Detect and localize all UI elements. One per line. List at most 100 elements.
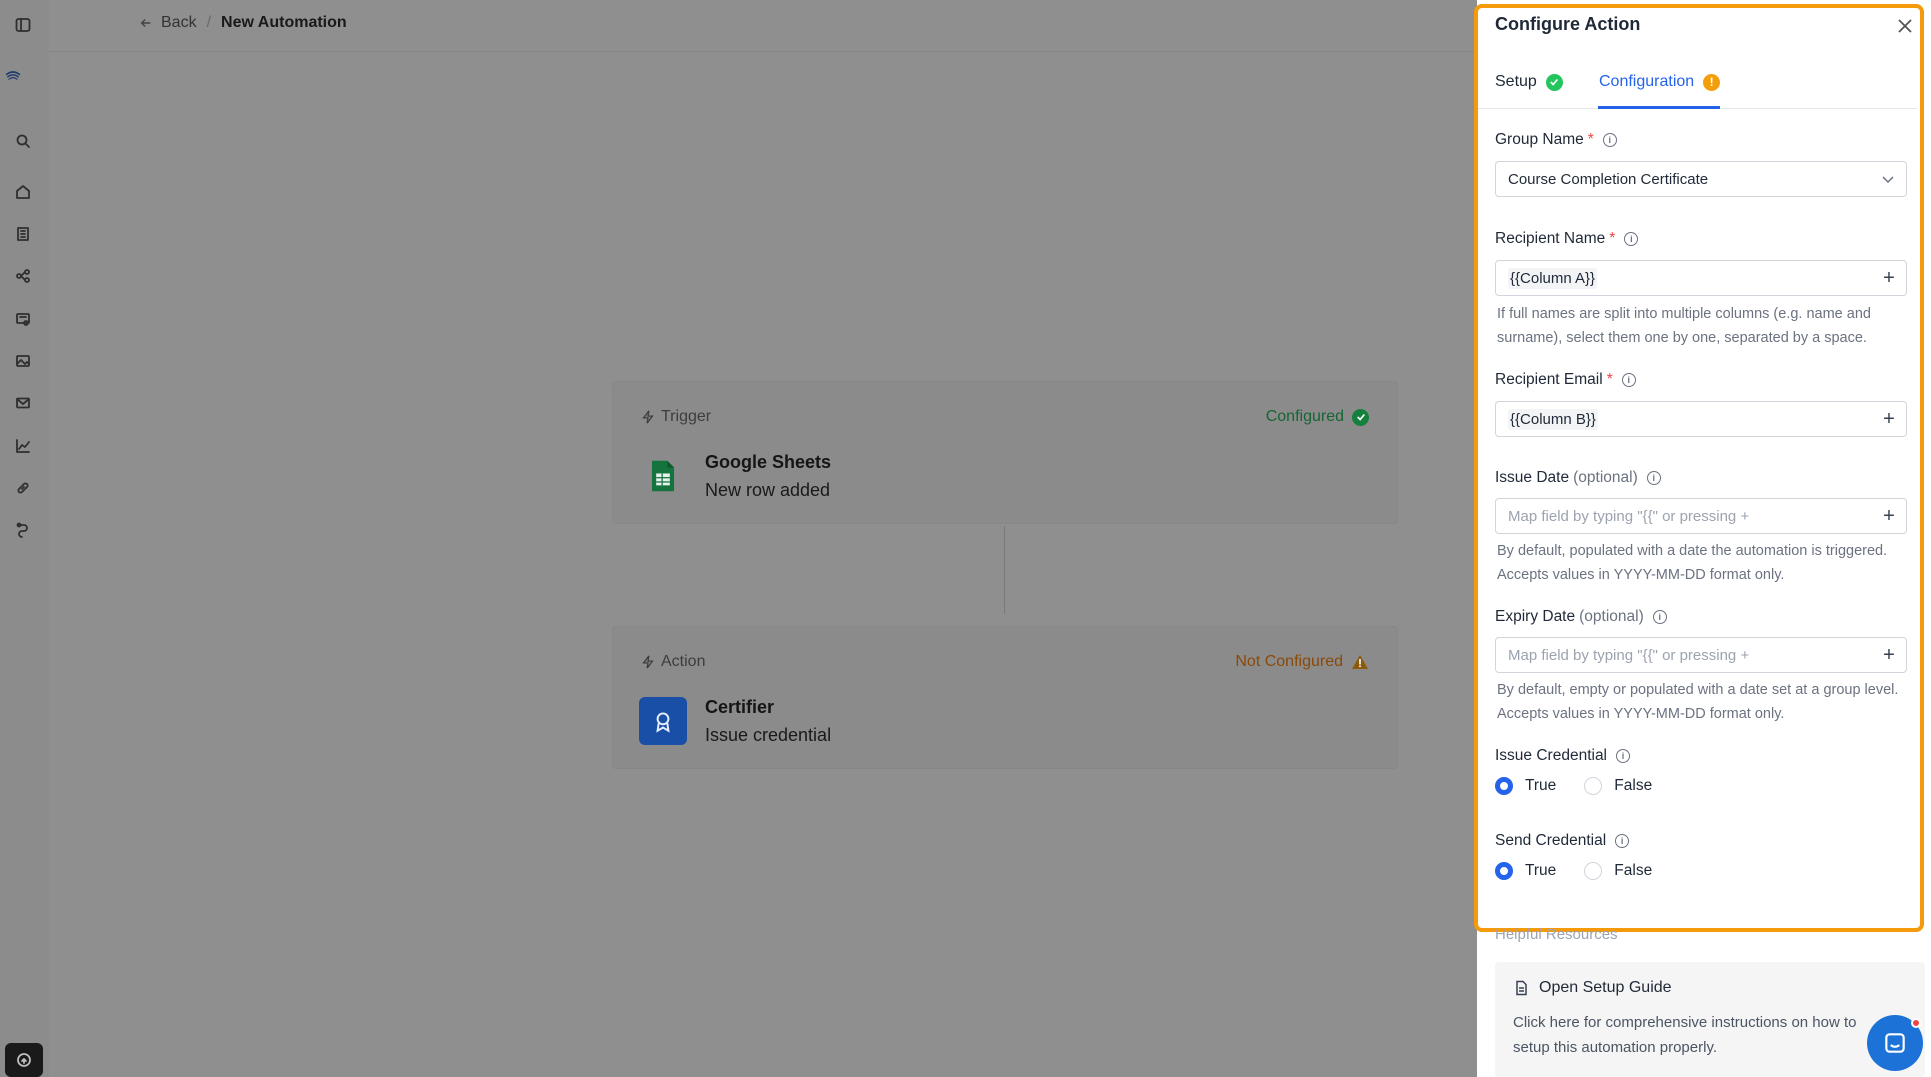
certificate-icon[interactable] bbox=[14, 310, 32, 328]
issue-credential-false[interactable]: False bbox=[1584, 777, 1652, 795]
trigger-status: Configured bbox=[1266, 408, 1369, 426]
chat-launcher-button[interactable] bbox=[1867, 1015, 1923, 1071]
sidebar-toggle-icon[interactable] bbox=[14, 16, 32, 34]
expiry-date-add-button[interactable]: + bbox=[1873, 639, 1905, 671]
trigger-card[interactable]: Trigger Configured Google Sheets New row… bbox=[612, 381, 1398, 524]
breadcrumb-separator: / bbox=[206, 14, 212, 31]
chart-icon[interactable] bbox=[14, 437, 32, 455]
recipient-name-hint: If full names are split into multiple co… bbox=[1497, 306, 1871, 346]
recipient-name-value: {{Column A}} bbox=[1508, 267, 1598, 289]
recipient-email-add-button[interactable]: + bbox=[1873, 403, 1905, 435]
check-circle-icon bbox=[1545, 73, 1563, 91]
home-icon[interactable] bbox=[14, 183, 32, 201]
info-icon[interactable]: i bbox=[1621, 373, 1636, 387]
group-name-select[interactable]: Course Completion Certificate bbox=[1495, 161, 1907, 197]
panel-title: Configure Action bbox=[1495, 14, 1641, 34]
recipient-name-label-text: Recipient Name bbox=[1495, 230, 1606, 247]
radio-label: False bbox=[1614, 862, 1653, 879]
setup-guide-description: Click here for comprehensive instruction… bbox=[1513, 1014, 1857, 1056]
resources-title: Helpful Resources bbox=[1495, 926, 1618, 943]
recipient-name-label: Recipient Name * i bbox=[1495, 230, 1639, 248]
help-icon[interactable] bbox=[5, 1043, 43, 1077]
search-icon[interactable] bbox=[14, 132, 32, 150]
send-credential-true[interactable]: True bbox=[1495, 862, 1556, 880]
recipient-name-field[interactable]: {{Column A}} + bbox=[1495, 260, 1907, 296]
radio-selected[interactable] bbox=[1495, 777, 1513, 795]
document-icon bbox=[1516, 980, 1527, 996]
info-icon[interactable]: i bbox=[1602, 133, 1617, 147]
action-status-label: Not Configured bbox=[1235, 653, 1343, 670]
expiry-date-label: Expiry Date (optional) i bbox=[1495, 608, 1667, 626]
radio-selected[interactable] bbox=[1495, 862, 1513, 880]
recipient-email-label: Recipient Email * i bbox=[1495, 371, 1636, 389]
issue-date-placeholder: Map field by typing "{{" or pressing + bbox=[1508, 507, 1750, 525]
tab-setup-label: Setup bbox=[1495, 73, 1537, 90]
tab-setup[interactable]: Setup bbox=[1495, 73, 1563, 91]
left-rail bbox=[0, 0, 49, 1077]
trigger-type-label: Trigger bbox=[661, 408, 712, 425]
image-icon[interactable] bbox=[14, 352, 32, 370]
breadcrumb: Back / New Automation bbox=[139, 14, 347, 32]
expiry-date-field[interactable]: Map field by typing "{{" or pressing + + bbox=[1495, 637, 1907, 673]
chevron-down-icon bbox=[1882, 176, 1894, 184]
issue-credential-true[interactable]: True bbox=[1495, 777, 1556, 795]
optional-marker: (optional) bbox=[1579, 608, 1644, 625]
expiry-date-placeholder: Map field by typing "{{" or pressing + bbox=[1508, 646, 1750, 664]
trigger-status-label: Configured bbox=[1265, 408, 1344, 425]
setup-guide-label: Open Setup Guide bbox=[1539, 979, 1672, 996]
close-icon[interactable] bbox=[1895, 16, 1915, 36]
issue-credential-radios: True False bbox=[1495, 777, 1668, 795]
radio-unselected[interactable] bbox=[1584, 777, 1603, 795]
required-marker: * bbox=[1609, 230, 1616, 247]
recipient-email-field[interactable]: {{Column B}} + bbox=[1495, 401, 1907, 437]
expiry-date-hint: By default, empty or populated with a da… bbox=[1497, 682, 1899, 722]
info-icon[interactable]: i bbox=[1615, 834, 1630, 848]
action-card[interactable]: Action Not Configured Certifier Issue cr… bbox=[612, 626, 1398, 769]
group-name-value: Course Completion Certificate bbox=[1508, 170, 1709, 188]
google-sheets-icon bbox=[639, 452, 687, 500]
top-bar: Back / New Automation bbox=[49, 0, 1477, 52]
mail-icon[interactable] bbox=[14, 394, 32, 412]
link-icon[interactable] bbox=[14, 479, 32, 497]
issue-credential-label-text: Issue Credential bbox=[1495, 747, 1608, 764]
issue-date-label: Issue Date (optional) i bbox=[1495, 469, 1661, 487]
optional-marker: (optional) bbox=[1573, 469, 1638, 486]
trigger-type: Trigger bbox=[641, 408, 711, 426]
info-icon[interactable]: i bbox=[1616, 749, 1631, 763]
arrow-left-icon bbox=[140, 19, 151, 27]
action-event: Issue credential bbox=[705, 725, 832, 745]
trigger-event: New row added bbox=[705, 480, 831, 500]
recipient-name-add-button[interactable]: + bbox=[1873, 262, 1905, 294]
issue-credential-label: Issue Credential i bbox=[1495, 747, 1631, 765]
info-icon[interactable]: i bbox=[1624, 232, 1639, 246]
action-app-name: Certifier bbox=[705, 697, 775, 717]
radio-unselected[interactable] bbox=[1584, 862, 1603, 880]
info-icon[interactable]: i bbox=[1652, 610, 1667, 624]
issue-date-add-button[interactable]: + bbox=[1873, 500, 1905, 532]
back-label: Back bbox=[161, 14, 197, 31]
recipient-email-value: {{Column B}} bbox=[1508, 408, 1598, 430]
action-type: Action bbox=[641, 653, 705, 671]
logo-icon[interactable] bbox=[5, 68, 45, 108]
trigger-app-name: Google Sheets bbox=[705, 452, 832, 472]
certifier-icon bbox=[639, 697, 687, 745]
radio-label: True bbox=[1525, 862, 1557, 879]
chat-icon bbox=[1885, 1033, 1905, 1053]
setup-guide-card[interactable]: Open Setup Guide Click here for comprehe… bbox=[1495, 962, 1925, 1077]
recipient-email-label-text: Recipient Email bbox=[1495, 371, 1603, 388]
warning-badge-icon: ! bbox=[1703, 73, 1721, 91]
send-credential-false[interactable]: False bbox=[1584, 862, 1652, 880]
expiry-date-label-text: Expiry Date bbox=[1495, 608, 1576, 625]
flow-connector bbox=[1004, 526, 1005, 614]
issue-date-field[interactable]: Map field by typing "{{" or pressing + + bbox=[1495, 498, 1907, 534]
tab-configuration[interactable]: Configuration ! bbox=[1599, 73, 1721, 91]
building-icon[interactable] bbox=[14, 225, 32, 243]
integrations-icon[interactable] bbox=[14, 521, 32, 539]
radio-label: False bbox=[1614, 777, 1653, 794]
send-credential-label-text: Send Credential bbox=[1495, 832, 1607, 849]
send-credential-label: Send Credential i bbox=[1495, 832, 1630, 850]
info-icon[interactable]: i bbox=[1646, 471, 1661, 485]
back-link[interactable]: Back bbox=[139, 14, 197, 32]
workflow-icon[interactable] bbox=[14, 267, 32, 285]
setup-guide-title[interactable]: Open Setup Guide bbox=[1513, 979, 1672, 997]
